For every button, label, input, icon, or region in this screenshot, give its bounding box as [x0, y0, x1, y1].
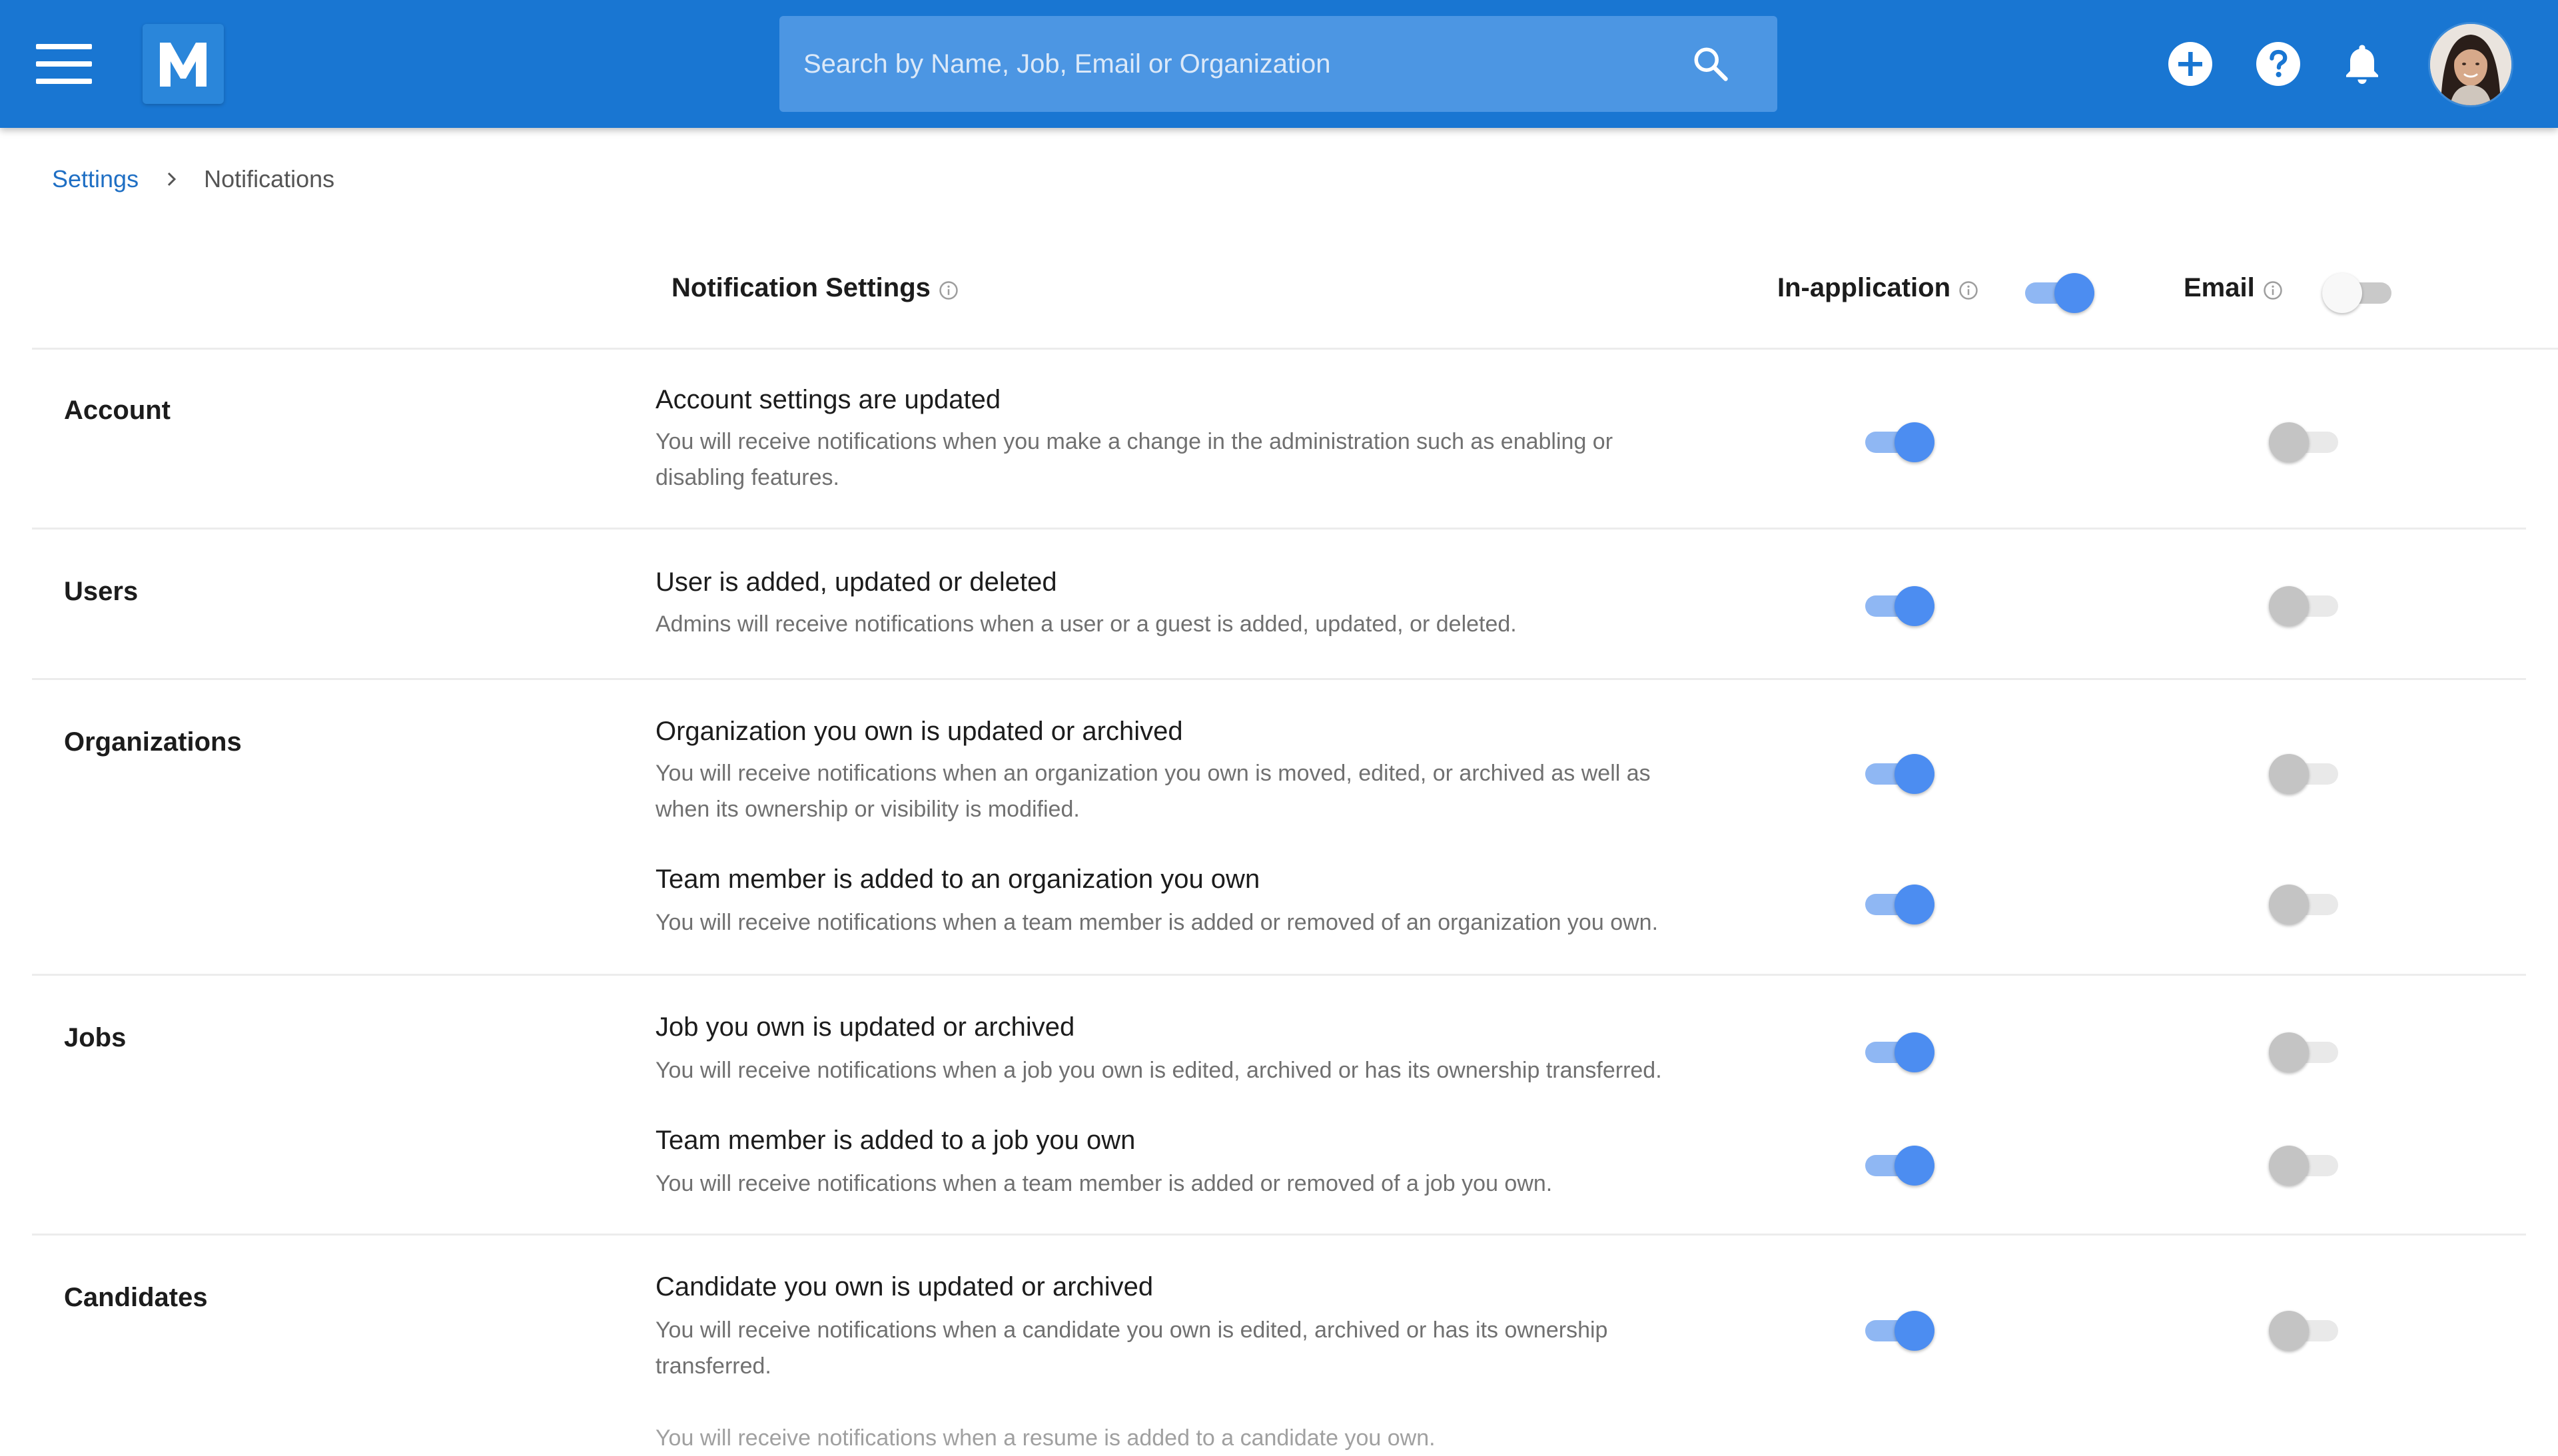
item-title: Job you own is updated or archived: [655, 1012, 1075, 1042]
category-users: Users: [64, 577, 139, 606]
user-photo: [2430, 24, 2511, 105]
notification-settings-header: Notification Settings: [671, 273, 959, 303]
category-jobs: Jobs: [64, 1023, 127, 1052]
section-divider: [32, 974, 2526, 976]
user-updated-in-app-toggle[interactable]: [1865, 586, 1934, 626]
candidate-updated-in-app-toggle[interactable]: [1865, 1311, 1934, 1351]
account-settings-email-toggle[interactable]: [2269, 422, 2338, 462]
in-app-master-toggle[interactable]: [2025, 273, 2094, 313]
item-description: You will receive notifications when a te…: [655, 1171, 1553, 1196]
bell-icon[interactable]: [2338, 40, 2386, 88]
help-icon[interactable]: [2254, 40, 2302, 88]
item-description: You will receive notifications when a re…: [655, 1425, 1436, 1451]
candidate-updated-email-toggle[interactable]: [2269, 1311, 2338, 1351]
in-app-header: In-application: [1777, 273, 1978, 303]
org-updated-email-toggle[interactable]: [2269, 754, 2338, 794]
user-updated-email-toggle[interactable]: [2269, 586, 2338, 626]
logo-mark: [160, 43, 207, 87]
item-description: You will receive notifications when a te…: [655, 910, 1659, 935]
section-divider: [32, 1234, 2526, 1236]
org-team-member-in-app-toggle[interactable]: [1865, 885, 1934, 924]
category-organizations: Organizations: [64, 727, 242, 757]
search-icon[interactable]: [1691, 44, 1731, 84]
item-title: Team member is added to an organization …: [655, 865, 1260, 894]
job-team-member-email-toggle[interactable]: [2269, 1146, 2338, 1186]
job-updated-in-app-toggle[interactable]: [1865, 1032, 1934, 1072]
job-team-member-in-app-toggle[interactable]: [1865, 1146, 1934, 1186]
item-title: User is added, updated or deleted: [655, 567, 1057, 597]
breadcrumb-settings-link[interactable]: Settings: [52, 165, 139, 193]
org-team-member-email-toggle[interactable]: [2269, 885, 2338, 924]
org-updated-in-app-toggle[interactable]: [1865, 754, 1934, 794]
add-circle-icon[interactable]: [2166, 40, 2214, 88]
in-app-label: In-application: [1777, 273, 1950, 302]
breadcrumb-current: Notifications: [204, 165, 335, 192]
job-updated-email-toggle[interactable]: [2269, 1032, 2338, 1072]
info-icon[interactable]: [2263, 280, 2283, 300]
item-title: Candidate you own is updated or archived: [655, 1272, 1154, 1301]
item-description: You will receive notifications when an o…: [655, 761, 1651, 822]
email-master-toggle[interactable]: [2322, 273, 2391, 313]
info-icon[interactable]: [1958, 280, 1978, 300]
item-title: Team member is added to a job you own: [655, 1126, 1136, 1155]
section-divider: [32, 528, 2526, 530]
search-box: [779, 16, 1777, 112]
menu-icon[interactable]: [36, 44, 92, 84]
category-candidates: Candidates: [64, 1283, 208, 1312]
header-divider: [32, 348, 2558, 350]
avatar[interactable]: [2430, 24, 2511, 105]
top-bar: [0, 0, 2558, 128]
section-divider: [32, 678, 2526, 680]
account-settings-in-app-toggle[interactable]: [1865, 422, 1934, 462]
app-logo[interactable]: [143, 24, 224, 104]
category-account: Account: [64, 396, 171, 425]
item-title: Organization you own is updated or archi…: [655, 717, 1183, 746]
notification-settings-label: Notification Settings: [671, 273, 931, 302]
item-description: You will receive notifications when a jo…: [655, 1058, 1662, 1083]
item-description: You will receive notifications when a ca…: [655, 1317, 1608, 1379]
item-description: Admins will receive notifications when a…: [655, 611, 1517, 637]
search-input[interactable]: [779, 16, 1672, 112]
breadcrumb: Settings Notifications: [52, 165, 334, 193]
email-header: Email: [2184, 273, 2283, 303]
item-title: Account settings are updated: [655, 385, 1001, 414]
info-icon[interactable]: [939, 280, 959, 300]
email-label: Email: [2184, 273, 2255, 302]
item-description: You will receive notifications when you …: [655, 429, 1613, 490]
chevron-right-icon: [168, 172, 177, 186]
